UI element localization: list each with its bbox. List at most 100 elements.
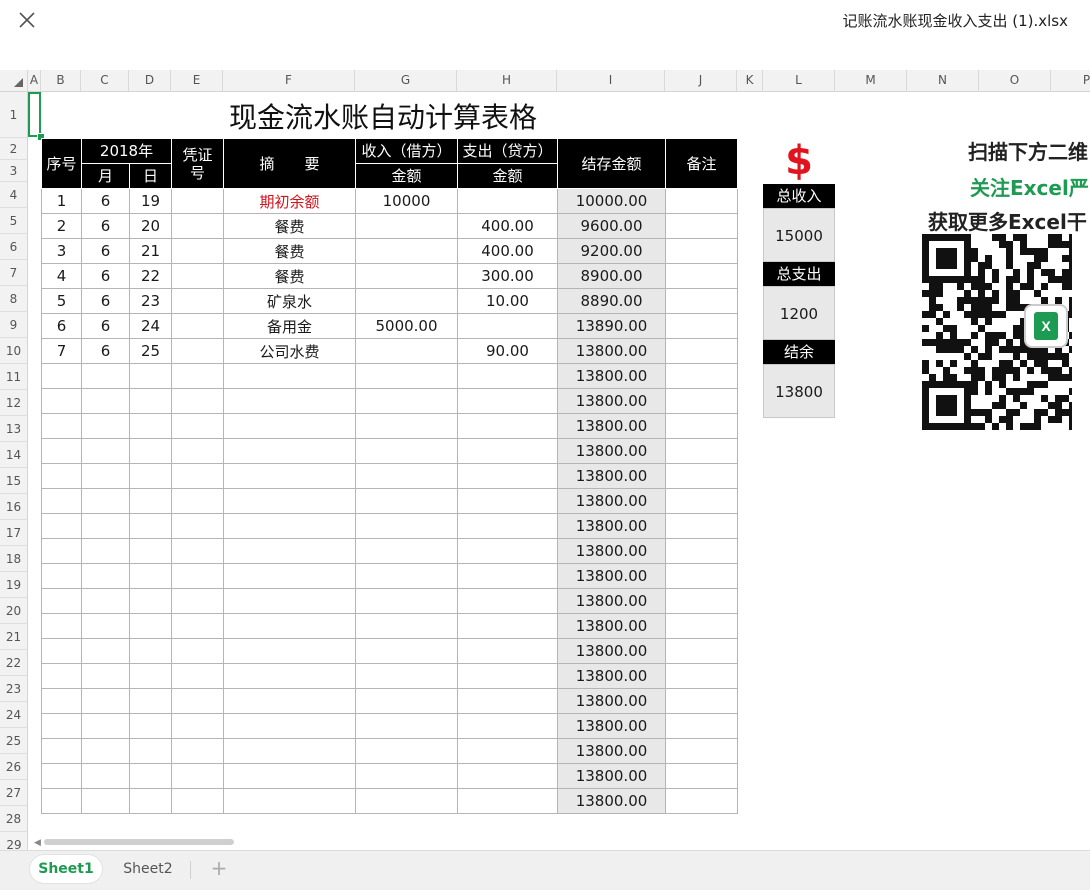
cell-balance[interactable]: 13800.00: [557, 463, 666, 489]
cell-note[interactable]: [665, 713, 738, 739]
cell-month[interactable]: 6: [81, 188, 130, 214]
header-month[interactable]: 月: [81, 163, 130, 189]
header-expense[interactable]: 支出（贷方）: [457, 138, 558, 164]
cell-income[interactable]: [355, 713, 458, 739]
row-header-9[interactable]: 9: [0, 312, 27, 338]
cell-expense[interactable]: [457, 788, 558, 814]
cell-voucher[interactable]: [171, 438, 224, 464]
row-header-18[interactable]: 18: [0, 546, 27, 572]
cell-note[interactable]: [665, 513, 738, 539]
cell-month[interactable]: [81, 613, 130, 639]
cell-month[interactable]: [81, 638, 130, 664]
row-header-17[interactable]: 17: [0, 520, 27, 546]
cell-balance[interactable]: 13800.00: [557, 738, 666, 764]
cell-expense[interactable]: [457, 763, 558, 789]
cell-income[interactable]: [355, 463, 458, 489]
cell-seq[interactable]: [41, 613, 82, 639]
cell-income[interactable]: [355, 413, 458, 439]
cell-day[interactable]: [129, 388, 172, 414]
cell-expense[interactable]: 400.00: [457, 238, 558, 264]
column-header-c[interactable]: C: [81, 70, 129, 91]
cell-expense[interactable]: [457, 663, 558, 689]
cell-summary[interactable]: [223, 513, 356, 539]
cell-balance[interactable]: 8890.00: [557, 288, 666, 314]
row-header-19[interactable]: 19: [0, 572, 27, 598]
cell-summary[interactable]: [223, 663, 356, 689]
cell-seq[interactable]: [41, 363, 82, 389]
row-header-25[interactable]: 25: [0, 728, 27, 754]
cell-voucher[interactable]: [171, 763, 224, 789]
cell-summary[interactable]: 矿泉水: [223, 288, 356, 314]
cell-day[interactable]: 23: [129, 288, 172, 314]
spreadsheet-grid[interactable]: ABCDEFGHIJKLMNOP 1 2 3 4 5 6 7 8 9 10 11 12 13 14 15 16…: [0, 70, 1090, 850]
cell-month[interactable]: [81, 763, 130, 789]
header-summary[interactable]: 摘 要: [223, 138, 356, 189]
cell-seq[interactable]: 3: [41, 238, 82, 264]
cell-seq[interactable]: 7: [41, 338, 82, 364]
cell-voucher[interactable]: [171, 238, 224, 264]
cell-summary[interactable]: [223, 388, 356, 414]
cell-summary[interactable]: [223, 438, 356, 464]
row-header-12[interactable]: 12: [0, 390, 27, 416]
cell-balance[interactable]: 13800.00: [557, 763, 666, 789]
cell-voucher[interactable]: [171, 588, 224, 614]
cell-expense[interactable]: [457, 688, 558, 714]
column-header-j[interactable]: J: [665, 70, 737, 91]
column-header-b[interactable]: B: [41, 70, 81, 91]
cell-summary[interactable]: [223, 538, 356, 564]
cell-day[interactable]: [129, 363, 172, 389]
cell-summary[interactable]: [223, 613, 356, 639]
row-header-8[interactable]: 8: [0, 286, 27, 312]
cell-income[interactable]: [355, 438, 458, 464]
cell-balance[interactable]: 13800.00: [557, 713, 666, 739]
cell-day[interactable]: [129, 463, 172, 489]
cell-expense[interactable]: [457, 438, 558, 464]
cell-balance[interactable]: 10000.00: [557, 188, 666, 214]
cell-income[interactable]: [355, 513, 458, 539]
cell-expense[interactable]: [457, 738, 558, 764]
cell-month[interactable]: [81, 413, 130, 439]
cell-note[interactable]: [665, 538, 738, 564]
scroll-left-icon[interactable]: ◀: [34, 838, 41, 848]
cell-day[interactable]: 22: [129, 263, 172, 289]
cell-voucher[interactable]: [171, 313, 224, 339]
row-header-6[interactable]: 6: [0, 234, 27, 260]
cell-note[interactable]: [665, 638, 738, 664]
cell-income[interactable]: [355, 663, 458, 689]
cell-month[interactable]: [81, 388, 130, 414]
cell-seq[interactable]: [41, 413, 82, 439]
column-header-k[interactable]: K: [737, 70, 763, 91]
cell-expense[interactable]: [457, 538, 558, 564]
cell-voucher[interactable]: [171, 663, 224, 689]
cell-balance[interactable]: 13800.00: [557, 688, 666, 714]
row-header-28[interactable]: 28: [0, 806, 27, 832]
cell-expense[interactable]: [457, 488, 558, 514]
row-header-16[interactable]: 16: [0, 494, 27, 520]
cell-voucher[interactable]: [171, 338, 224, 364]
cell-income[interactable]: [355, 563, 458, 589]
cell-note[interactable]: [665, 438, 738, 464]
row-header-14[interactable]: 14: [0, 442, 27, 468]
cell-summary[interactable]: [223, 788, 356, 814]
cell-month[interactable]: [81, 538, 130, 564]
cell-voucher[interactable]: [171, 738, 224, 764]
cell-note[interactable]: [665, 213, 738, 239]
cell-summary[interactable]: [223, 563, 356, 589]
row-header-15[interactable]: 15: [0, 468, 27, 494]
cell-balance[interactable]: 13800.00: [557, 513, 666, 539]
cell-expense[interactable]: [457, 563, 558, 589]
column-header-i[interactable]: I: [557, 70, 665, 91]
column-header-h[interactable]: H: [457, 70, 557, 91]
cell-balance[interactable]: 8900.00: [557, 263, 666, 289]
cell-seq[interactable]: [41, 513, 82, 539]
cell-day[interactable]: [129, 438, 172, 464]
row-header-22[interactable]: 22: [0, 650, 27, 676]
cell-voucher[interactable]: [171, 188, 224, 214]
cell-expense[interactable]: [457, 313, 558, 339]
cell-income[interactable]: [355, 738, 458, 764]
cell-income[interactable]: [355, 538, 458, 564]
cell-summary[interactable]: 餐费: [223, 238, 356, 264]
cell-summary[interactable]: [223, 363, 356, 389]
cell-seq[interactable]: [41, 463, 82, 489]
cell-balance[interactable]: 13800.00: [557, 338, 666, 364]
